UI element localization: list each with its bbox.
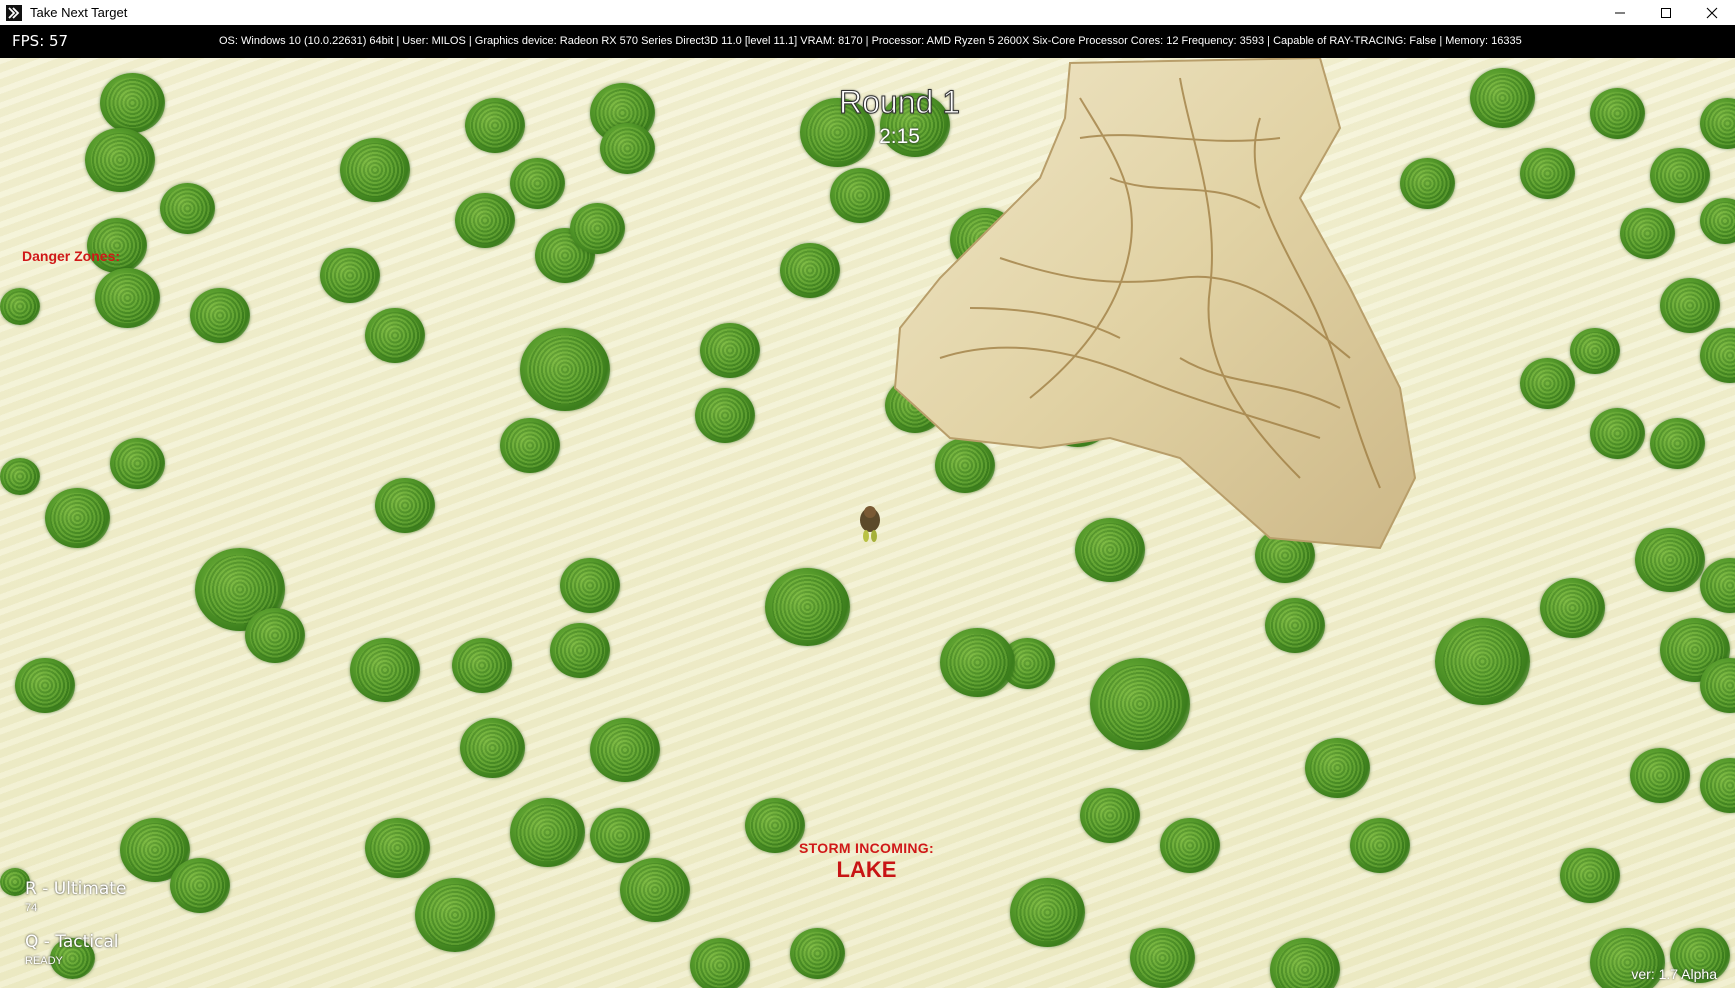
bush — [1090, 658, 1190, 750]
bush — [1620, 208, 1675, 259]
bush — [1630, 748, 1690, 803]
ability-ultimate-key: R - Ultimate — [25, 879, 127, 899]
bush — [455, 193, 515, 248]
bush — [1635, 528, 1705, 592]
bush — [1265, 598, 1325, 653]
bush — [1700, 758, 1735, 813]
bush — [570, 203, 625, 254]
bush — [15, 658, 75, 713]
bush — [510, 158, 565, 209]
bush — [0, 458, 40, 495]
ability-tactical-key: Q - Tactical — [25, 932, 119, 952]
bush — [695, 388, 755, 443]
window-titlebar: Take Next Target — [0, 0, 1735, 25]
bush — [765, 568, 850, 646]
bush — [452, 638, 512, 693]
bush — [160, 183, 215, 234]
debug-stats-bar: FPS: 57 OS: Windows 10 (10.0.22631) 64bi… — [0, 25, 1735, 58]
game-viewport[interactable]: Round 1 2:15 Danger Zones: STORM INCOMIN… — [0, 58, 1735, 988]
bush — [365, 818, 430, 878]
bush — [350, 638, 420, 702]
bush — [1650, 418, 1705, 469]
bush — [1350, 818, 1410, 873]
app-icon — [6, 4, 22, 21]
bush — [320, 248, 380, 303]
bush — [1270, 938, 1340, 988]
bush — [415, 878, 495, 952]
bush — [95, 268, 160, 328]
minimize-button[interactable] — [1597, 0, 1643, 25]
danger-zones-label: Danger Zones: — [22, 248, 121, 264]
round-timer: 2:15 — [879, 125, 920, 148]
bush — [1560, 848, 1620, 903]
player-character — [860, 506, 880, 542]
bush — [375, 478, 435, 533]
ability-ultimate: R - Ultimate 74 — [25, 879, 126, 914]
bush — [1590, 408, 1645, 459]
bush — [1305, 738, 1370, 798]
close-button[interactable] — [1689, 0, 1735, 25]
bush — [0, 288, 40, 325]
bush — [590, 808, 650, 863]
bush — [87, 218, 147, 273]
bush — [460, 718, 525, 778]
bush — [1660, 278, 1720, 333]
maximize-icon — [1661, 7, 1671, 18]
round-title: Round 1 — [839, 84, 961, 121]
bush — [170, 858, 230, 913]
bush — [940, 628, 1015, 697]
bush — [550, 623, 610, 678]
version-label: ver: 1.7 Alpha — [1631, 966, 1717, 982]
bush — [110, 438, 165, 489]
bush — [780, 243, 840, 298]
bush — [1080, 788, 1140, 843]
ability-tactical-status: READY — [25, 955, 63, 967]
bush — [1700, 558, 1735, 613]
bush — [1130, 928, 1195, 988]
minimize-icon — [1615, 12, 1625, 13]
bush — [1540, 578, 1605, 638]
bush — [620, 858, 690, 922]
bush — [500, 418, 560, 473]
bush — [1435, 618, 1530, 705]
bush — [365, 308, 425, 363]
bush — [690, 938, 750, 988]
bush — [245, 608, 305, 663]
bush — [1650, 148, 1710, 203]
bush — [1160, 818, 1220, 873]
bush — [1570, 328, 1620, 374]
bush — [560, 558, 620, 613]
bush — [1700, 198, 1735, 244]
fps-counter: FPS: 57 — [12, 32, 69, 50]
bush — [700, 323, 760, 378]
storm-location: LAKE — [836, 857, 897, 882]
window-title: Take Next Target — [30, 5, 128, 20]
close-icon — [1706, 7, 1718, 18]
maximize-button[interactable] — [1643, 0, 1689, 25]
bush — [45, 488, 110, 548]
bush — [790, 928, 845, 979]
bush — [510, 798, 585, 867]
storm-incoming-label: STORM INCOMING: — [799, 840, 934, 856]
bush — [520, 328, 610, 411]
ability-ultimate-status: 74 — [25, 902, 38, 914]
bush — [190, 288, 250, 343]
bush — [1010, 878, 1085, 947]
system-info: OS: Windows 10 (10.0.22631) 64bit | User… — [219, 35, 1522, 47]
bush — [1700, 328, 1735, 383]
bush — [590, 718, 660, 782]
ability-tactical: Q - Tactical READY — [25, 932, 119, 967]
